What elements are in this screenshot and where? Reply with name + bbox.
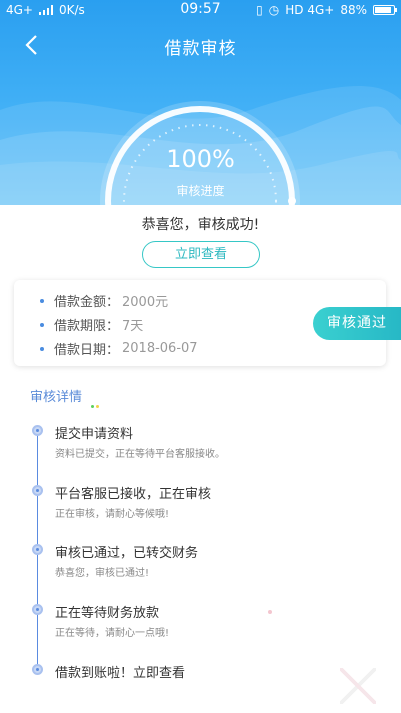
- info-row-date: 借款日期： 2018-06-07: [38, 339, 198, 358]
- info-label: 借款金额：: [54, 295, 120, 310]
- info-value: 2018-06-07: [122, 341, 198, 356]
- step-title: 审核已通过，已转交财务: [55, 546, 199, 561]
- info-label: 借款期限：: [54, 319, 120, 334]
- decorative-dots: [91, 393, 101, 412]
- info-value: 2000元: [122, 295, 169, 310]
- timeline-node: [32, 544, 43, 555]
- step-desc: 正在等待，请耐心一点哦!: [55, 628, 170, 639]
- step-desc: 正在审核，请耐心等候哦!: [55, 509, 170, 520]
- timeline-node: [32, 485, 43, 496]
- step-desc: 恭喜您，审核已通过!: [55, 568, 150, 579]
- step-desc: 资料已提交，正在等待平台客服接收。: [55, 449, 225, 460]
- step-title[interactable]: 借款到账啦！立即查看: [55, 662, 185, 681]
- info-row-term: 借款期限： 7天: [38, 315, 143, 334]
- success-message: 恭喜您，审核成功!: [141, 217, 260, 233]
- battery-percent: 88%: [340, 3, 367, 17]
- progress-label: 审核进度: [176, 184, 225, 198]
- page-title: 借款审核: [164, 39, 237, 59]
- battery-icon: [373, 5, 397, 15]
- bullet-dot: [40, 298, 44, 303]
- vibrate-icon: ▯: [256, 3, 263, 17]
- bullet-dot: [40, 322, 44, 327]
- info-row-amount: 借款金额： 2000元: [38, 291, 168, 310]
- timeline-node: [32, 604, 43, 615]
- nav-bar: 借款审核: [0, 20, 401, 70]
- details-section-title: 审核详情: [30, 390, 83, 405]
- approved-status-button[interactable]: 审核通过: [313, 307, 401, 340]
- progress-percent: 100%: [166, 145, 235, 173]
- step-title: 正在等待财务放款: [55, 606, 160, 621]
- info-label: 借款日期：: [54, 343, 120, 358]
- decor-dot: [268, 610, 272, 614]
- network-type-right: HD 4G+: [285, 3, 335, 17]
- status-right: ▯ ◷ HD 4G+ 88%: [256, 3, 397, 17]
- alarm-icon: ◷: [268, 3, 280, 17]
- info-value: 7天: [122, 319, 144, 334]
- timeline-node: [32, 425, 43, 436]
- timeline-node: [32, 664, 43, 675]
- step-title: 提交申请资料: [55, 427, 134, 442]
- bullet-dot: [40, 346, 44, 351]
- status-bar: 4G+ 0K/s 09:57 ▯ ◷ HD 4G+ 88%: [0, 0, 401, 20]
- decor-watermark: [340, 668, 376, 704]
- step-title: 平台客服已接收，正在审核: [55, 487, 212, 502]
- view-now-button[interactable]: 立即查看: [142, 241, 260, 268]
